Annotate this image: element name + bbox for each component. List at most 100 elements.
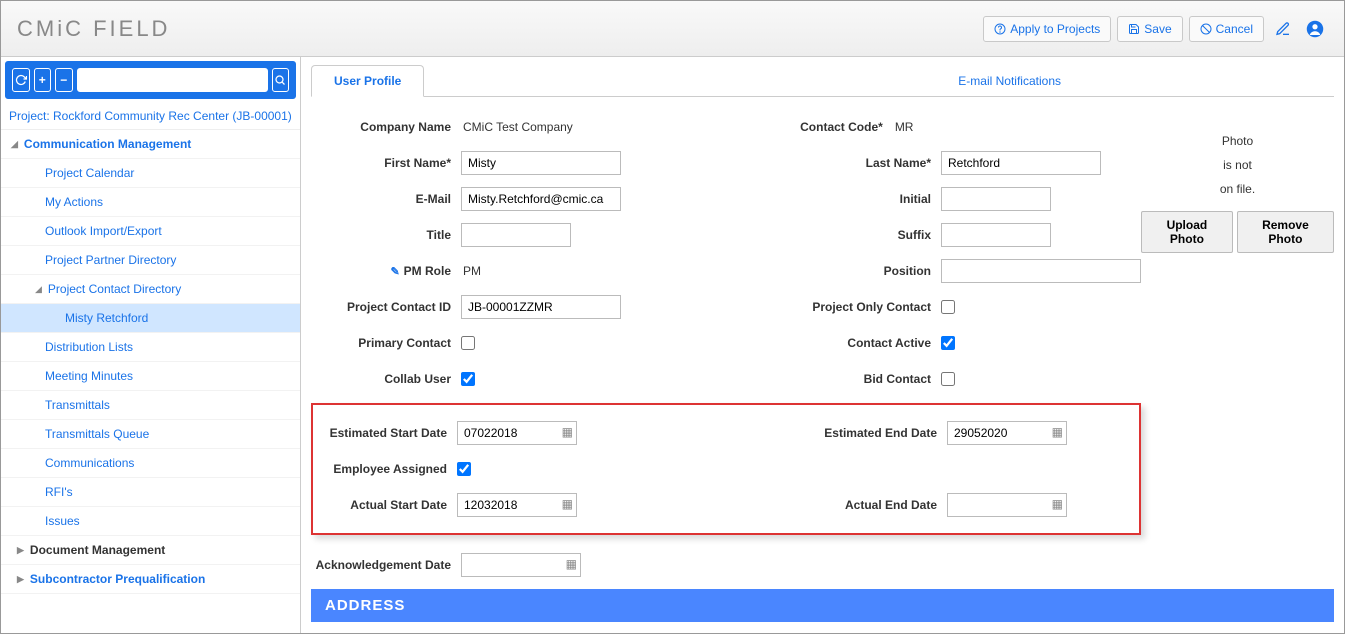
user-icon[interactable] bbox=[1302, 16, 1328, 42]
contact-code-label: Contact Code* bbox=[743, 120, 893, 134]
sidebar-item-meeting-minutes[interactable]: Meeting Minutes bbox=[1, 362, 300, 391]
remove-photo-button[interactable]: Remove Photo bbox=[1237, 211, 1334, 253]
position-label: Position bbox=[741, 264, 941, 278]
pm-role-value: PM bbox=[461, 264, 481, 278]
sidebar-tree: ◢ Communication Management Project Calen… bbox=[1, 130, 300, 633]
est-end-label: Estimated End Date bbox=[747, 426, 947, 440]
emp-assigned-checkbox[interactable] bbox=[457, 462, 471, 476]
project-only-contact-label: Project Only Contact bbox=[741, 300, 941, 314]
calendar-icon[interactable]: ▦ bbox=[562, 425, 573, 439]
chevron-down-icon: ◢ bbox=[11, 139, 18, 150]
photo-placeholder-text: Photo is not on file. bbox=[1220, 129, 1255, 201]
sidebar-item-partner-directory[interactable]: Project Partner Directory bbox=[1, 246, 300, 275]
est-start-label: Estimated Start Date bbox=[317, 426, 457, 440]
sidebar-item-misty[interactable]: Misty Retchford bbox=[1, 304, 300, 333]
sidebar-item-transmittals[interactable]: Transmittals bbox=[1, 391, 300, 420]
save-icon bbox=[1128, 23, 1140, 35]
email-input[interactable] bbox=[461, 187, 621, 211]
cancel-button[interactable]: Cancel bbox=[1189, 16, 1264, 42]
save-button[interactable]: Save bbox=[1117, 16, 1182, 42]
pencil-icon[interactable]: ✎ bbox=[390, 265, 399, 278]
apply-to-projects-button[interactable]: Apply to Projects bbox=[983, 16, 1111, 42]
last-name-input[interactable] bbox=[941, 151, 1101, 175]
pm-role-label: ✎ PM Role bbox=[311, 264, 461, 278]
sidebar-item-transmittals-queue[interactable]: Transmittals Queue bbox=[1, 420, 300, 449]
search-icon[interactable] bbox=[272, 68, 290, 92]
actual-end-label: Actual End Date bbox=[747, 498, 947, 512]
first-name-input[interactable] bbox=[461, 151, 621, 175]
sidebar: + − Project: Rockford Community Rec Cent… bbox=[1, 57, 301, 633]
minus-icon[interactable]: − bbox=[55, 68, 73, 92]
sidebar-section-communication[interactable]: ◢ Communication Management bbox=[1, 130, 300, 159]
title-input[interactable] bbox=[461, 223, 571, 247]
calendar-icon[interactable]: ▦ bbox=[566, 557, 577, 571]
tabs: User Profile E-mail Notifications bbox=[311, 65, 1334, 97]
highlighted-dates-box: Estimated Start Date ▦ Employee Assigned bbox=[311, 403, 1141, 535]
suffix-input[interactable] bbox=[941, 223, 1051, 247]
topbar-buttons: Apply to Projects Save Cancel bbox=[983, 16, 1328, 42]
sidebar-toolbar: + − bbox=[5, 61, 296, 99]
chevron-right-icon: ▶ bbox=[17, 574, 24, 585]
tab-user-profile[interactable]: User Profile bbox=[311, 65, 424, 97]
plus-icon[interactable]: + bbox=[34, 68, 52, 92]
bid-contact-checkbox[interactable] bbox=[941, 372, 955, 386]
email-label: E-Mail bbox=[311, 192, 461, 206]
sidebar-item-my-actions[interactable]: My Actions bbox=[1, 188, 300, 217]
actual-end-input[interactable] bbox=[947, 493, 1067, 517]
upload-photo-button[interactable]: Upload Photo bbox=[1141, 211, 1233, 253]
chevron-down-icon: ◢ bbox=[35, 284, 42, 295]
refresh-icon[interactable] bbox=[12, 68, 30, 92]
suffix-label: Suffix bbox=[741, 228, 941, 242]
top-bar: CMiC FIELD Apply to Projects Save Cancel bbox=[1, 1, 1344, 57]
sidebar-item-project-calendar[interactable]: Project Calendar bbox=[1, 159, 300, 188]
ack-date-input[interactable] bbox=[461, 553, 581, 577]
project-only-contact-checkbox[interactable] bbox=[941, 300, 955, 314]
company-name-value: CMiC Test Company bbox=[461, 120, 573, 134]
primary-contact-checkbox[interactable] bbox=[461, 336, 475, 350]
sidebar-item-communications[interactable]: Communications bbox=[1, 449, 300, 478]
calendar-icon[interactable]: ▦ bbox=[562, 497, 573, 511]
emp-assigned-label: Employee Assigned bbox=[317, 462, 457, 476]
primary-contact-label: Primary Contact bbox=[311, 336, 461, 350]
initial-input[interactable] bbox=[941, 187, 1051, 211]
tab-email-notifications[interactable]: E-mail Notifications bbox=[935, 65, 1084, 96]
bid-contact-label: Bid Contact bbox=[741, 372, 941, 386]
calendar-icon[interactable]: ▦ bbox=[1052, 425, 1063, 439]
last-name-label: Last Name* bbox=[741, 156, 941, 170]
edit-icon[interactable] bbox=[1270, 16, 1296, 42]
sidebar-search-input[interactable] bbox=[77, 68, 268, 92]
actual-start-label: Actual Start Date bbox=[317, 498, 457, 512]
main-area: + − Project: Rockford Community Rec Cent… bbox=[1, 57, 1344, 633]
est-end-input[interactable] bbox=[947, 421, 1067, 445]
collab-user-checkbox[interactable] bbox=[461, 372, 475, 386]
address-section-header: ADDRESS bbox=[311, 589, 1334, 622]
sidebar-item-contact-directory[interactable]: ◢ Project Contact Directory bbox=[1, 275, 300, 304]
project-contact-id-input[interactable] bbox=[461, 295, 621, 319]
title-label: Title bbox=[311, 228, 461, 242]
project-breadcrumb[interactable]: Project: Rockford Community Rec Center (… bbox=[1, 103, 300, 130]
ack-date-label: Acknowledgement Date bbox=[311, 558, 461, 572]
sidebar-item-rfis[interactable]: RFI's bbox=[1, 478, 300, 507]
help-icon bbox=[994, 23, 1006, 35]
contact-code-value: MR bbox=[893, 120, 914, 134]
content-panel: User Profile E-mail Notifications Compan… bbox=[301, 57, 1344, 633]
contact-active-label: Contact Active bbox=[741, 336, 941, 350]
sidebar-item-issues[interactable]: Issues bbox=[1, 507, 300, 536]
first-name-label: First Name* bbox=[311, 156, 461, 170]
project-contact-id-label: Project Contact ID bbox=[311, 300, 461, 314]
app-logo: CMiC FIELD bbox=[17, 16, 170, 42]
form-area: Company Name CMiC Test Company Contact C… bbox=[311, 109, 1141, 583]
photo-panel: Photo is not on file. Upload Photo Remov… bbox=[1141, 109, 1334, 583]
sidebar-item-distribution[interactable]: Distribution Lists bbox=[1, 333, 300, 362]
position-input[interactable] bbox=[941, 259, 1141, 283]
contact-active-checkbox[interactable] bbox=[941, 336, 955, 350]
est-start-input[interactable] bbox=[457, 421, 577, 445]
actual-start-input[interactable] bbox=[457, 493, 577, 517]
sidebar-section-document[interactable]: ▶ Document Management bbox=[1, 536, 300, 565]
sidebar-item-outlook[interactable]: Outlook Import/Export bbox=[1, 217, 300, 246]
initial-label: Initial bbox=[741, 192, 941, 206]
calendar-icon[interactable]: ▦ bbox=[1052, 497, 1063, 511]
sidebar-section-subcontractor[interactable]: ▶ Subcontractor Prequalification bbox=[1, 565, 300, 594]
form-and-photo: Company Name CMiC Test Company Contact C… bbox=[311, 109, 1334, 583]
company-name-label: Company Name bbox=[311, 120, 461, 134]
